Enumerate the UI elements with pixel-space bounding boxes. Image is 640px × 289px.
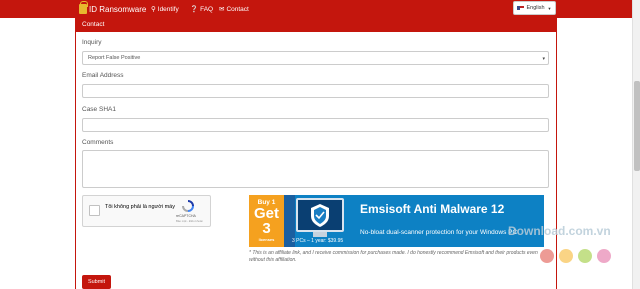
envelope-icon: ✉ — [219, 6, 225, 13]
inquiry-select[interactable]: Report False Positive ▾ — [82, 51, 549, 65]
panel-title: Contact — [75, 18, 557, 32]
watermark-dot-green — [578, 249, 592, 263]
recaptcha-brand: reCAPTCHA — [176, 214, 196, 218]
nav-identify-link[interactable]: ⚲ Identify — [151, 4, 179, 14]
submit-button[interactable]: Submit — [82, 275, 111, 289]
offer-bottom-text: licenses — [258, 237, 275, 242]
recaptcha-terms-link[interactable]: Bảo mật - Điều khoản — [176, 219, 203, 223]
language-label: English — [526, 5, 545, 11]
brand-logo[interactable]: ID Ransomware — [79, 1, 147, 15]
brand-name: ID Ransomware — [89, 4, 147, 14]
nav-contact-label: Contact — [226, 5, 249, 13]
lock-icon — [79, 1, 88, 14]
monitor-stand — [313, 232, 327, 237]
email-field[interactable] — [82, 84, 549, 98]
select-caret-icon: ▾ — [542, 56, 545, 62]
affiliate-disclaimer: * This is an affiliate link, and I recei… — [249, 250, 538, 263]
sha1-label: Case SHA1 — [82, 106, 116, 113]
chevron-down-icon: ▼ — [547, 5, 552, 11]
recaptcha-label: Tôi không phải là người máy — [105, 204, 175, 210]
monitor-illustration — [296, 198, 344, 232]
watermark: Download.com.vn — [508, 224, 611, 238]
nav-contact-link[interactable]: ✉ Contact — [219, 4, 249, 14]
nav-faq-link[interactable]: ❔ FAQ — [190, 4, 213, 14]
page-scrollbar[interactable] — [632, 0, 640, 289]
search-icon: ⚲ — [151, 6, 156, 13]
ad-offer-badge: Buy 1 Get 3 licenses — [249, 195, 284, 247]
offer-main-text: Get 3 — [253, 205, 279, 237]
watermark-dot-pink — [597, 249, 611, 263]
watermark-dot-red — [540, 249, 554, 263]
email-label: Email Address — [82, 72, 124, 79]
recaptcha-widget: Tôi không phải là người máy reCAPTCHA Bả… — [82, 195, 211, 227]
inquiry-label: Inquiry — [82, 39, 102, 46]
recaptcha-checkbox[interactable] — [89, 205, 100, 216]
ad-title: Emsisoft Anti Malware 12 — [360, 202, 505, 216]
comments-textarea[interactable] — [82, 150, 549, 188]
shield-icon — [311, 204, 329, 227]
language-selector[interactable]: English ▼ — [513, 1, 556, 15]
ad-price: 3 PCs – 1 year: $39.95 — [292, 238, 344, 244]
nav-faq-label: FAQ — [200, 5, 214, 13]
recaptcha-logo-icon — [182, 200, 194, 212]
scrollbar-thumb[interactable] — [634, 81, 640, 171]
ad-subtitle: No-bloat dual-scanner protection for you… — [360, 229, 518, 236]
watermark-dot-yellow — [559, 249, 573, 263]
question-circle-icon: ❔ — [190, 6, 199, 13]
nav-identify-label: Identify — [157, 5, 179, 13]
watermark-text: Download.com.vn — [508, 224, 611, 238]
inquiry-selected-value: Report False Positive — [88, 55, 141, 61]
comments-label: Comments — [82, 139, 114, 146]
sha1-field[interactable] — [82, 118, 549, 132]
us-flag-icon — [517, 6, 525, 10]
